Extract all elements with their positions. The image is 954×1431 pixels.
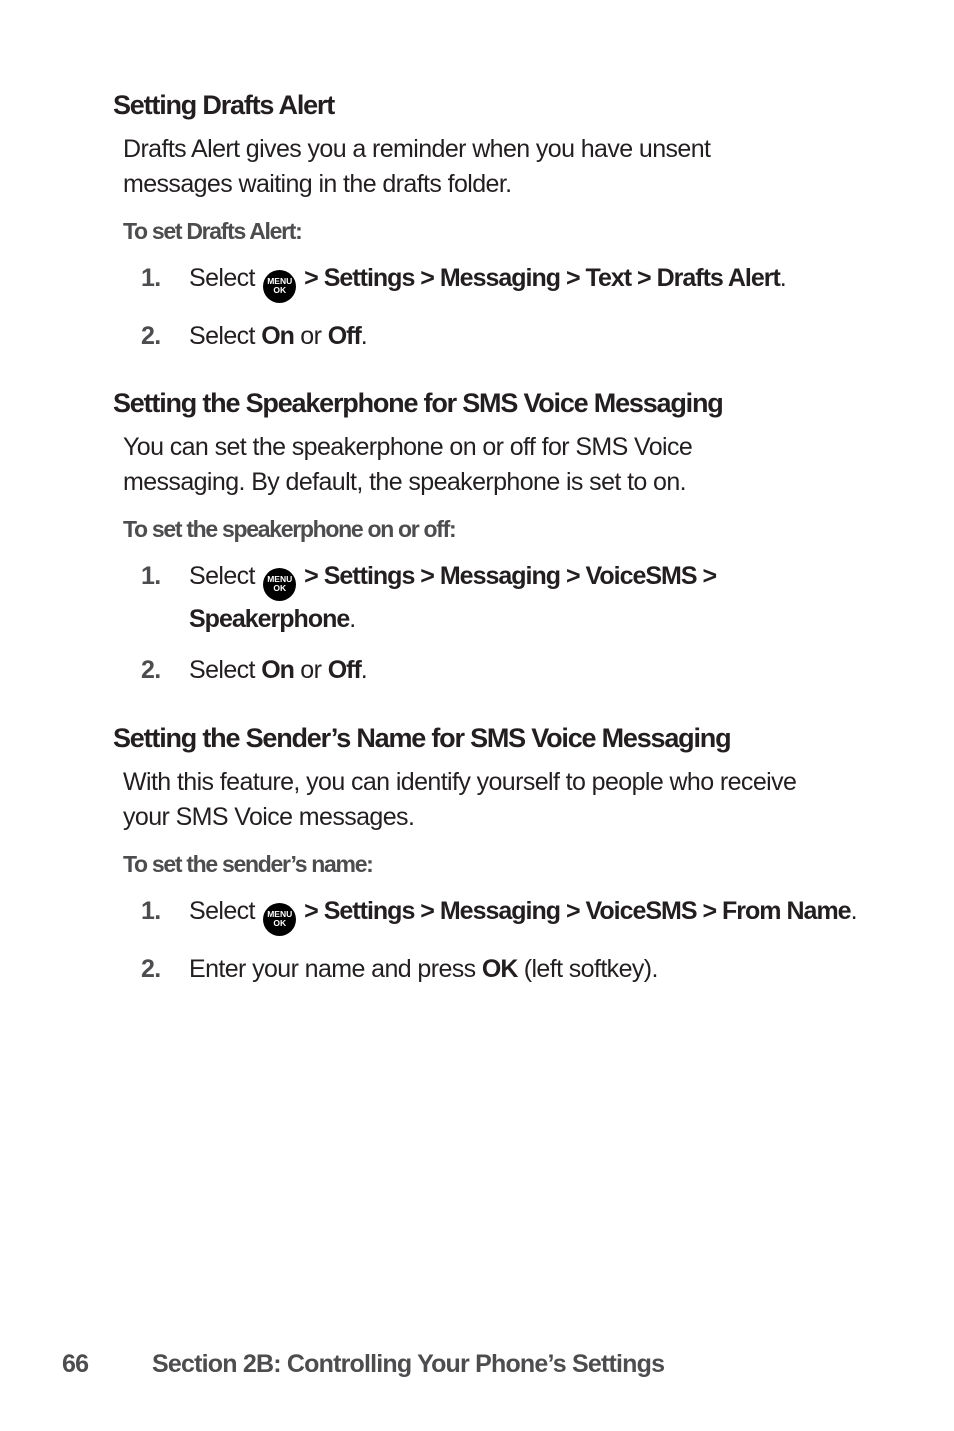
step-item: 1. Select MENU OK > Settings > Messaging >… bbox=[141, 260, 873, 303]
option-off: Off bbox=[327, 656, 362, 684]
page-footer: 66 Section 2B: Controlling Your Phone’s S… bbox=[62, 1350, 665, 1379]
page-number: 66 bbox=[62, 1350, 89, 1378]
section-heading: Setting the Speakerphone for SMS Voice M… bbox=[113, 388, 724, 418]
option-off: Off bbox=[327, 322, 362, 350]
section-description: Drafts Alert gives you a reminder when y… bbox=[123, 135, 711, 198]
procedure-label: To set the sender’s name: bbox=[123, 851, 374, 877]
option-on: On bbox=[261, 322, 295, 350]
section-description: With this feature, you can identify your… bbox=[123, 768, 797, 831]
step-text: Select bbox=[189, 264, 262, 292]
menu-ok-icon: MENU OK bbox=[263, 903, 297, 936]
step-item: 1. Select MENU OK > Settings > Messaging >… bbox=[141, 893, 873, 936]
section-title: Section 2B: Controlling Your Phone’s Set… bbox=[152, 1350, 665, 1378]
procedure-label: To set Drafts Alert: bbox=[123, 218, 303, 244]
menu-path: > Settings > Messaging > VoiceSMS > From… bbox=[298, 897, 851, 925]
step-item: 2. Enter your name and press OK (left sof… bbox=[141, 951, 873, 987]
step-number: 1. bbox=[141, 264, 161, 292]
section-heading: Setting the Sender’s Name for SMS Voice … bbox=[113, 723, 732, 753]
step-list: 1. Select MENU OK > Settings > Messaging >… bbox=[141, 893, 873, 987]
section-speakerphone: Setting the Speakerphone for SMS Voice M… bbox=[113, 386, 873, 703]
step-number: 2. bbox=[141, 955, 161, 983]
step-list: 1. Select MENU OK > Settings > Messaging >… bbox=[141, 558, 873, 688]
menu-ok-icon: MENU OK bbox=[263, 270, 297, 303]
procedure-label: To set the speakerphone on or off: bbox=[123, 516, 457, 542]
step-item: 2. Select On or Off. bbox=[141, 318, 873, 354]
section-senders-name: Setting the Sender’s Name for SMS Voice … bbox=[113, 721, 873, 1002]
option-on: On bbox=[261, 656, 295, 684]
menu-ok-icon: MENU OK bbox=[263, 568, 297, 601]
section-heading: Setting Drafts Alert bbox=[113, 90, 335, 120]
manual-page: Setting Drafts Alert Drafts Alert gives … bbox=[0, 0, 954, 1431]
step-number: 2. bbox=[141, 322, 161, 350]
step-item: 1. Select MENU OK > Settings > Messaging >… bbox=[141, 558, 749, 637]
section-description: You can set the speakerphone on or off f… bbox=[123, 433, 693, 496]
step-number: 2. bbox=[141, 656, 161, 684]
menu-path: > Settings > Messaging > Text > Drafts A… bbox=[298, 264, 781, 292]
step-number: 1. bbox=[141, 897, 161, 925]
section-drafts-alert: Setting Drafts Alert Drafts Alert gives … bbox=[113, 88, 873, 369]
step-item: 2. Select On or Off. bbox=[141, 652, 873, 688]
ok-key: OK bbox=[481, 955, 518, 983]
step-list: 1. Select MENU OK > Settings > Messaging >… bbox=[141, 260, 873, 354]
step-number: 1. bbox=[141, 562, 161, 590]
